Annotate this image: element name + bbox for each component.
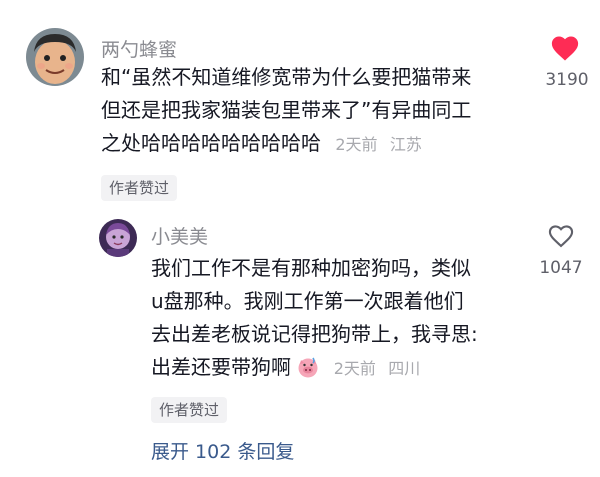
comment-text: 我们工作不是有那种加密狗吗，类似 u盘那种。我刚工作第一次跟着他们 去出差老板说… bbox=[151, 252, 531, 388]
comment-line: 去出差老板说记得把狗带上，我寻思: bbox=[151, 322, 478, 346]
comment-time: 2天前 bbox=[335, 135, 378, 154]
avatar-image bbox=[26, 28, 84, 86]
comment-line: 和“虽然不知道维修宽带为什么要把猫带来 bbox=[101, 65, 472, 89]
pig-emoji-icon bbox=[297, 355, 319, 388]
comment-location: 四川 bbox=[388, 359, 421, 378]
like-button[interactable]: 1047 bbox=[526, 220, 596, 280]
comment-line-last: 出差还要带狗啊 2天前 四川 bbox=[151, 351, 531, 388]
avatar[interactable] bbox=[99, 219, 137, 257]
heart-outline-icon bbox=[548, 225, 574, 248]
avatar-image bbox=[99, 219, 137, 257]
comment-time: 2天前 bbox=[333, 359, 376, 378]
comment-line: 我们工作不是有那种加密狗吗，类似 bbox=[151, 256, 471, 280]
expand-replies-link[interactable]: 展开 102 条回复 bbox=[151, 437, 294, 464]
like-count: 1047 bbox=[539, 258, 583, 278]
author-liked-badge: 作者赞过 bbox=[101, 175, 178, 201]
avatar[interactable] bbox=[26, 28, 84, 86]
comment-text: 和“虽然不知道维修宽带为什么要把猫带来 但还是把我家猫装包里带来了”有异曲同工 … bbox=[101, 61, 531, 161]
comment-line: 出差还要带狗啊 bbox=[151, 355, 291, 379]
comment-line: 但还是把我家猫装包里带来了”有异曲同工 bbox=[101, 98, 472, 122]
heart-filled-icon bbox=[551, 36, 579, 61]
comment-username[interactable]: 小美美 bbox=[151, 222, 208, 249]
comment-line: 之处哈哈哈哈哈哈哈哈哈 bbox=[101, 131, 321, 155]
comment-line: u盘那种。我刚工作第一次跟着他们 bbox=[151, 289, 464, 313]
like-button[interactable]: 3190 bbox=[532, 32, 600, 92]
like-count: 3190 bbox=[545, 70, 589, 90]
comment-location: 江苏 bbox=[389, 135, 422, 154]
comment-username[interactable]: 两勺蜂蜜 bbox=[101, 35, 177, 62]
comment-line-last: 之处哈哈哈哈哈哈哈哈哈 2天前 江苏 bbox=[101, 127, 531, 161]
author-liked-badge: 作者赞过 bbox=[151, 397, 228, 423]
